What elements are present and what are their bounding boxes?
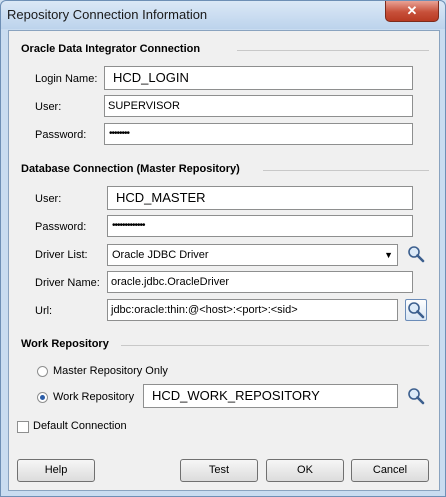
work-section-header: Work Repository bbox=[21, 338, 109, 350]
master-only-radio[interactable] bbox=[37, 366, 48, 377]
db-password-label: Password: bbox=[35, 221, 87, 233]
driver-name-label: Driver Name: bbox=[35, 277, 100, 289]
ok-button[interactable]: OK bbox=[266, 459, 344, 482]
section-divider bbox=[121, 345, 429, 346]
odi-section-header: Oracle Data Integrator Connection bbox=[21, 43, 201, 55]
dialog-content: Oracle Data Integrator Connection Login … bbox=[8, 30, 440, 491]
db-password-field[interactable]: ••••••••••••• bbox=[107, 215, 413, 237]
url-label: Url: bbox=[35, 305, 53, 317]
driver-list-select[interactable]: Oracle JDBC Driver ▼ bbox=[107, 244, 398, 266]
login-name-field[interactable]: HCD_LOGIN bbox=[104, 66, 413, 90]
help-button[interactable]: Help bbox=[17, 459, 95, 482]
title-bar[interactable]: Repository Connection Information ✕ bbox=[1, 1, 445, 29]
login-name-label: Login Name: bbox=[35, 73, 98, 85]
driver-list-value: Oracle JDBC Driver bbox=[112, 249, 209, 261]
window-title: Repository Connection Information bbox=[7, 7, 208, 22]
search-icon bbox=[408, 302, 425, 319]
driver-list-label: Driver List: bbox=[35, 249, 88, 261]
default-connection-label[interactable]: Default Connection bbox=[33, 420, 127, 432]
dialog-window: Repository Connection Information ✕ Orac… bbox=[0, 0, 446, 497]
test-button[interactable]: Test bbox=[180, 459, 258, 482]
search-icon[interactable] bbox=[407, 245, 425, 263]
odi-user-label: User: bbox=[35, 101, 62, 113]
search-icon[interactable] bbox=[407, 387, 425, 405]
master-only-label[interactable]: Master Repository Only bbox=[53, 365, 168, 377]
close-icon: ✕ bbox=[406, 3, 418, 18]
odi-password-field[interactable]: •••••••• bbox=[104, 123, 413, 145]
work-repository-label[interactable]: Work Repository bbox=[53, 391, 134, 403]
db-user-label: User: bbox=[35, 193, 62, 205]
db-section-header: Database Connection (Master Repository) bbox=[21, 163, 240, 175]
driver-name-field[interactable]: oracle.jdbc.OracleDriver bbox=[107, 271, 413, 293]
section-divider bbox=[263, 170, 429, 171]
close-button[interactable]: ✕ bbox=[385, 1, 439, 22]
url-browse-button[interactable] bbox=[405, 299, 427, 321]
chevron-down-icon[interactable]: ▼ bbox=[384, 245, 393, 265]
work-repository-radio[interactable] bbox=[37, 392, 48, 403]
work-repository-field[interactable]: HCD_WORK_REPOSITORY bbox=[143, 384, 398, 408]
odi-password-label: Password: bbox=[35, 129, 87, 141]
url-field[interactable]: jdbc:oracle:thin:@<host>:<port>:<sid> bbox=[107, 299, 398, 321]
default-connection-checkbox[interactable] bbox=[17, 421, 29, 433]
odi-user-field[interactable]: SUPERVISOR bbox=[104, 95, 413, 117]
section-divider bbox=[237, 50, 429, 51]
db-user-field[interactable]: HCD_MASTER bbox=[107, 186, 413, 210]
cancel-button[interactable]: Cancel bbox=[351, 459, 429, 482]
